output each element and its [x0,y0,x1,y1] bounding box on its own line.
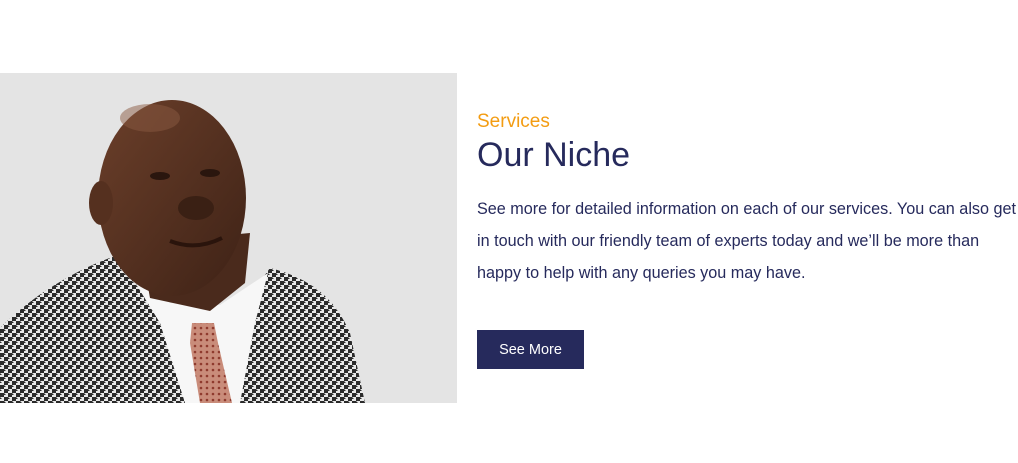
section-eyebrow: Services [477,111,550,132]
section-title: Our Niche [477,136,631,174]
portrait-photo [0,73,457,403]
niche-content: Services Our Niche See more for detailed… [477,111,1016,369]
see-more-button[interactable]: See More [477,330,584,369]
section-description: See more for detailed information on eac… [477,200,1017,282]
niche-section: Services Our Niche See more for detailed… [0,73,1018,403]
